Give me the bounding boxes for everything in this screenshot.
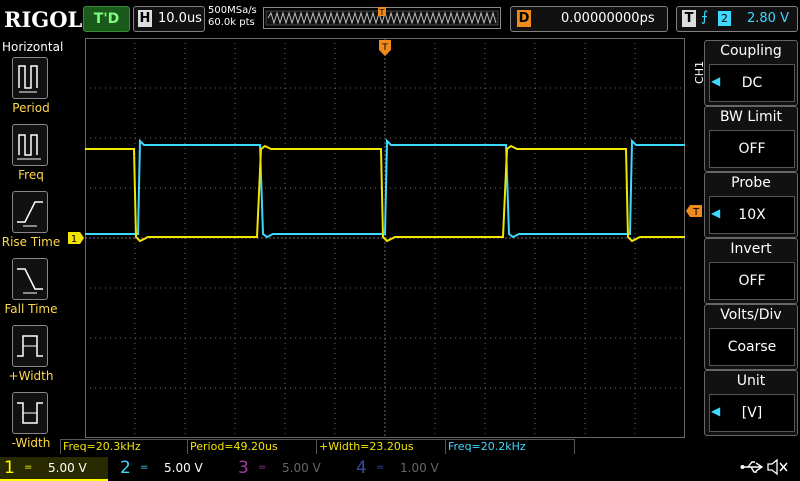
rising-edge-icon: ⨍ xyxy=(701,9,709,25)
waveform-display[interactable] xyxy=(85,38,685,438)
channel-4-status[interactable]: 4 = 1.00 V xyxy=(352,457,460,479)
speaker-muted-icon[interactable] xyxy=(766,457,790,477)
coupling-value: DC xyxy=(709,64,795,102)
measure-rise-time-button[interactable]: Rise Time xyxy=(0,191,60,258)
invert-title: Invert xyxy=(730,241,772,257)
timebase-value: 10.0us xyxy=(158,11,202,26)
fall-time-label: Fall Time xyxy=(4,302,58,316)
measurement-1[interactable]: Freq=20.3kHz xyxy=(60,439,188,454)
trigger-label: T xyxy=(682,10,696,27)
channel-2-scale: 5.00 V xyxy=(164,461,203,475)
channel-4-number: 4 xyxy=(356,458,367,478)
horizontal-label: H xyxy=(138,10,152,27)
period-icon xyxy=(12,57,48,99)
trigger-source: 2 xyxy=(718,11,731,26)
left-arrow-icon: ◀ xyxy=(711,206,721,220)
trigger-level-marker-label: T xyxy=(692,207,700,217)
memory-trigger-marker-label: T xyxy=(379,8,385,17)
trigger-status[interactable]: T'D xyxy=(83,6,130,32)
sample-rate: 500MSa/s xyxy=(208,5,257,16)
channel-1-number: 1 xyxy=(4,458,15,478)
brand-logo: RIGOL xyxy=(4,7,83,32)
channel-3-number: 3 xyxy=(238,458,249,478)
unit-button[interactable]: Unit [V] ◀ xyxy=(704,370,798,436)
usb-icon xyxy=(740,461,764,473)
measure-menu-title: Horizontal xyxy=(2,40,64,54)
invert-value: OFF xyxy=(709,262,795,300)
measure-fall-time-button[interactable]: Fall Time xyxy=(0,258,60,325)
acquisition-info: 500MSa/s 60.0k pts xyxy=(208,5,257,29)
frequency-icon xyxy=(12,124,48,166)
channel-2-coupling: = xyxy=(140,462,149,473)
measure-freq-button[interactable]: Freq xyxy=(0,124,60,191)
memory-overview-strip[interactable]: T xyxy=(263,7,501,29)
bw-limit-title: BW Limit xyxy=(719,109,783,125)
freq-label: Freq xyxy=(18,168,44,182)
memory-depth: 60.0k pts xyxy=(208,17,255,28)
measure-positive-width-button[interactable]: +Width xyxy=(0,325,60,392)
bw-limit-value: OFF xyxy=(709,130,795,168)
negative-width-label: -Width xyxy=(11,436,51,450)
negative-width-icon xyxy=(12,392,48,434)
volts-div-title: Volts/Div xyxy=(720,307,782,323)
invert-button[interactable]: Invert OFF xyxy=(704,238,798,304)
coupling-button[interactable]: Coupling DC ◀ xyxy=(704,40,798,106)
channel-3-status[interactable]: 3 = 5.00 V xyxy=(234,457,342,479)
timebase-box[interactable]: H 10.0us xyxy=(133,6,205,32)
left-arrow-icon: ◀ xyxy=(711,74,721,88)
channel-1-status[interactable]: 1 = 5.00 V xyxy=(0,457,108,481)
channel-4-coupling: = xyxy=(376,462,385,473)
trigger-settings-box[interactable]: T ⨍ 2 2.80 V xyxy=(676,6,798,32)
measure-period-button[interactable]: Period xyxy=(0,57,60,124)
volts-div-button[interactable]: Volts/Div Coarse xyxy=(704,304,798,370)
left-arrow-icon: ◀ xyxy=(711,404,721,418)
delay-label: D xyxy=(517,10,531,27)
measure-negative-width-button[interactable]: -Width xyxy=(0,392,60,459)
measurement-4[interactable]: Freq=20.2kHz xyxy=(445,439,575,454)
coupling-title: Coupling xyxy=(720,43,782,59)
unit-title: Unit xyxy=(736,373,766,389)
measurement-3[interactable]: +Width=23.20us xyxy=(316,439,446,454)
trigger-position-marker-label: T xyxy=(381,43,388,53)
measurement-2[interactable]: Period=49.20us xyxy=(187,439,317,454)
channel-1-ground-marker[interactable]: 1 xyxy=(68,232,84,244)
rise-time-icon xyxy=(12,191,48,233)
volts-div-value: Coarse xyxy=(709,328,795,366)
period-label: Period xyxy=(12,101,50,115)
channel-1-coupling: = xyxy=(24,462,33,473)
channel-2-number: 2 xyxy=(120,458,131,478)
channel-4-scale: 1.00 V xyxy=(400,461,439,475)
fall-time-icon xyxy=(12,258,48,300)
trigger-position-marker[interactable]: T xyxy=(379,40,391,56)
probe-value: 10X xyxy=(709,196,795,234)
trigger-level-marker[interactable]: T xyxy=(686,205,702,217)
probe-button[interactable]: Probe 10X ◀ xyxy=(704,172,798,238)
channel-1-ground-marker-label: 1 xyxy=(71,234,77,244)
channel-3-coupling: = xyxy=(258,462,267,473)
delay-value: 0.00000000ps xyxy=(561,11,655,26)
channel-1-scale: 5.00 V xyxy=(48,461,87,475)
probe-title: Probe xyxy=(731,175,771,191)
channel-2-status[interactable]: 2 = 5.00 V xyxy=(116,457,224,479)
positive-width-icon xyxy=(12,325,48,367)
trigger-level: 2.80 V xyxy=(747,11,789,26)
bw-limit-button[interactable]: BW Limit OFF xyxy=(704,106,798,172)
channel-3-scale: 5.00 V xyxy=(282,461,321,475)
rise-time-label: Rise Time xyxy=(1,235,61,249)
trigger-delay-box[interactable]: D 0.00000000ps xyxy=(510,6,668,32)
unit-value: [V] xyxy=(709,394,795,432)
positive-width-label: +Width xyxy=(8,369,54,383)
